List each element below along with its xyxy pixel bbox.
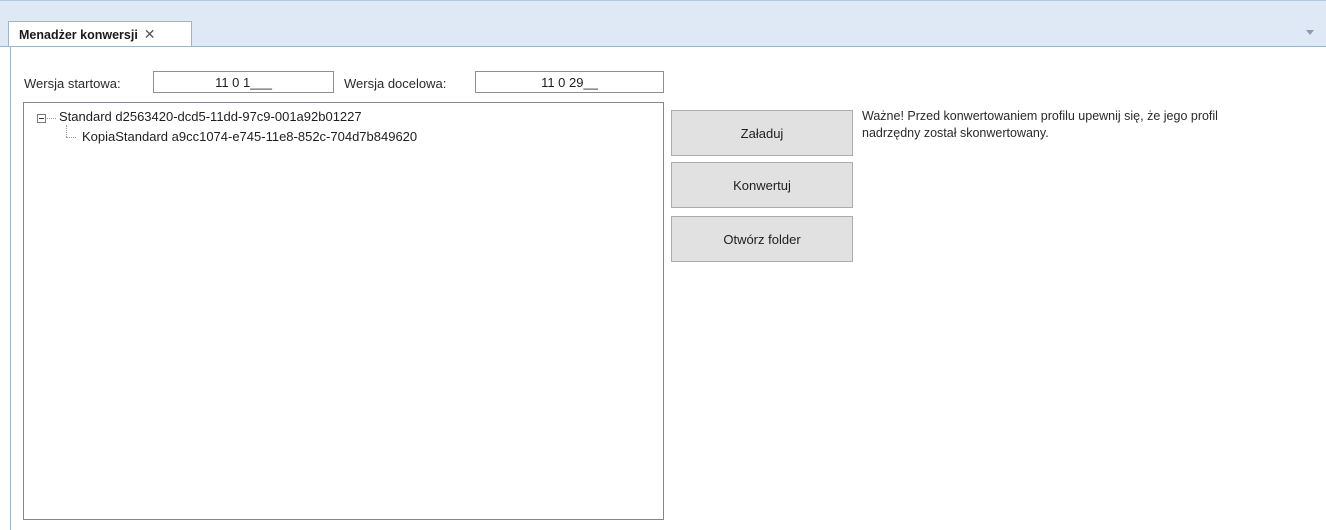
chevron-down-icon[interactable] [1306, 30, 1314, 35]
tree-connector [47, 118, 56, 119]
target-version-input[interactable]: 11 0 29__ [475, 71, 664, 93]
target-version-label: Wersja docelowa: [344, 76, 447, 91]
open-folder-button[interactable]: Otwórz folder [671, 216, 853, 262]
warning-note-line: nadrzędny został skonwertowany. [862, 126, 1049, 140]
tab-strip: Menadżer konwersji ✕ [0, 0, 1326, 47]
warning-note: Ważne! Przed konwertowaniem profilu upew… [862, 108, 1302, 142]
profile-tree[interactable]: Standard d2563420-dcd5-11dd-97c9-001a92b… [23, 102, 664, 520]
start-version-input[interactable]: 11 0 1___ [153, 71, 334, 93]
tab-title: Menadżer konwersji [19, 27, 138, 42]
collapse-icon[interactable] [37, 114, 46, 123]
tab-strip-divider [0, 46, 1326, 47]
tree-node-child[interactable]: KopiaStandard a9cc1074-e745-11e8-852c-70… [82, 129, 417, 144]
tree-connector [66, 125, 67, 137]
close-icon[interactable]: ✕ [144, 26, 156, 43]
start-version-label: Wersja startowa: [24, 76, 121, 91]
tab-conversion-manager[interactable]: Menadżer konwersji ✕ [8, 21, 192, 47]
panel-border [10, 46, 11, 530]
warning-note-line: Ważne! Przed konwertowaniem profilu upew… [862, 109, 1218, 123]
convert-button[interactable]: Konwertuj [671, 162, 853, 208]
load-button[interactable]: Załaduj [671, 110, 853, 156]
tree-node-root[interactable]: Standard d2563420-dcd5-11dd-97c9-001a92b… [59, 109, 362, 124]
tree-connector [66, 137, 76, 138]
